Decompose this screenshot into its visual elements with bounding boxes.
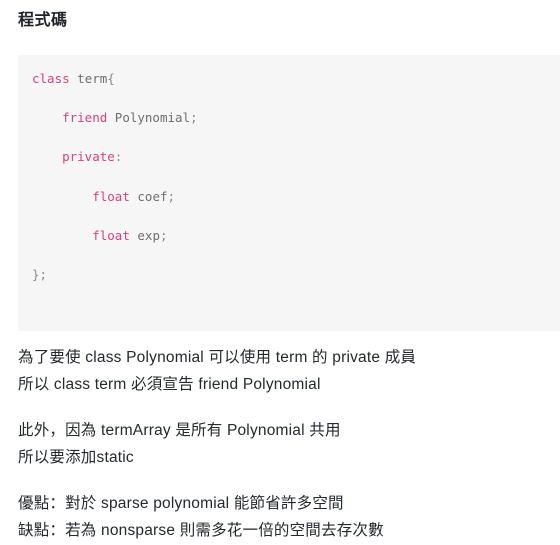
code-token-punc: ;	[167, 188, 176, 204]
code-line: float coef;	[32, 187, 560, 207]
paragraph-line: 缺點：若為 nonsparse 則需多花一倍的空間去存次數	[18, 522, 384, 539]
code-line: ​	[32, 304, 560, 324]
paragraph-static-reason: 此外，因為 termArray 是所有 Polynomial 共用 所以要添加s…	[18, 417, 548, 471]
code-token-punc: ;	[190, 110, 198, 126]
paragraph-friend-declaration: 為了要使 class Polynomial 可以使用 term 的 privat…	[18, 344, 548, 398]
code-token-punc: ;	[159, 227, 168, 243]
code-token-kw: private	[62, 149, 115, 165]
code-token-kw: float	[92, 227, 130, 243]
code-line: };	[32, 265, 560, 285]
code-root: class term{ friend Polynomial; private: …	[32, 69, 560, 331]
code-token-punc: {	[107, 71, 115, 86]
code-token-kw: class	[32, 71, 70, 86]
code-token-id: term	[77, 71, 108, 86]
code-explanation-page: 程式碼 class term{ friend Polynomial; priva…	[0, 0, 560, 545]
code-line: private:	[32, 147, 560, 167]
explanation-prose: 為了要使 class Polynomial 可以使用 term 的 privat…	[18, 344, 548, 544]
code-line: class term{	[32, 69, 560, 89]
code-line: float exp;	[32, 226, 560, 246]
code-content[interactable]: class term{ friend Polynomial; private: …	[32, 69, 560, 331]
code-token-id: Polynomial	[114, 110, 191, 126]
code-token-punc: };	[32, 266, 48, 282]
paragraph-line: 所以 class term 必須宣告 friend Polynomial	[18, 376, 321, 393]
code-token-kw: friend	[62, 110, 108, 126]
code-token-kw: float	[92, 188, 130, 204]
paragraph-line: 此外，因為 termArray 是所有 Polynomial 共用	[18, 422, 341, 439]
code-token-id: coef	[137, 188, 168, 204]
code-token-id: exp	[137, 227, 160, 243]
code-block[interactable]: class term{ friend Polynomial; private: …	[18, 55, 560, 331]
code-token-punc: :	[114, 149, 123, 165]
page-title: 程式碼	[18, 12, 68, 29]
paragraph-pros-cons: 優點：對於 sparse polynomial 能節省許多空間 缺點：若為 no…	[18, 490, 548, 544]
paragraph-line: 為了要使 class Polynomial 可以使用 term 的 privat…	[18, 349, 417, 366]
paragraph-line: 優點：對於 sparse polynomial 能節省許多空間	[18, 495, 344, 512]
paragraph-line: 所以要添加static	[18, 449, 134, 466]
code-line: friend Polynomial;	[32, 108, 560, 128]
